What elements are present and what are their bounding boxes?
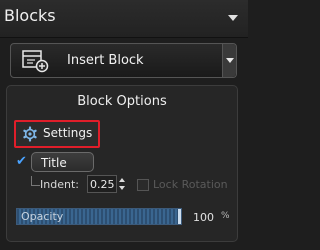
insert-block-label: Insert Block <box>67 53 144 68</box>
gear-icon <box>23 126 37 142</box>
opacity-slider-handle[interactable] <box>178 209 181 224</box>
opacity-slider[interactable]: Opacity <box>16 208 182 225</box>
block-options-title: Block Options <box>77 94 167 109</box>
stepper-down-icon[interactable] <box>119 186 125 190</box>
title-toggle-button[interactable]: Title <box>31 152 94 172</box>
lock-rotation-checkbox[interactable] <box>137 179 149 191</box>
indent-input[interactable]: 0.25 <box>87 175 117 193</box>
insert-block-button[interactable]: Insert Block <box>10 43 237 78</box>
stepper-up-icon[interactable] <box>119 178 125 182</box>
checkmark-icon: ✔ <box>16 154 27 169</box>
opacity-value[interactable]: 100 <box>193 211 214 224</box>
indent-label: Indent: <box>40 178 79 191</box>
chevron-down-icon[interactable] <box>228 15 238 21</box>
indent-stepper[interactable] <box>118 175 127 193</box>
lock-rotation-label: Lock Rotation <box>153 178 228 191</box>
panel-header: Blocks <box>0 0 248 38</box>
settings-label: Settings <box>43 126 93 140</box>
insert-dropdown-button[interactable] <box>222 44 236 77</box>
title-toggle[interactable]: ✔ Title <box>16 152 96 174</box>
panel-title: Blocks <box>4 6 56 25</box>
indent-connector <box>31 176 40 186</box>
settings-button[interactable]: Settings <box>14 120 100 148</box>
opacity-unit: % <box>221 211 230 221</box>
insert-block-icon <box>22 50 49 73</box>
opacity-label: Opacity <box>21 210 64 223</box>
block-options-panel: Block Options Settings ✔ Title Indent: 0… <box>6 85 238 242</box>
